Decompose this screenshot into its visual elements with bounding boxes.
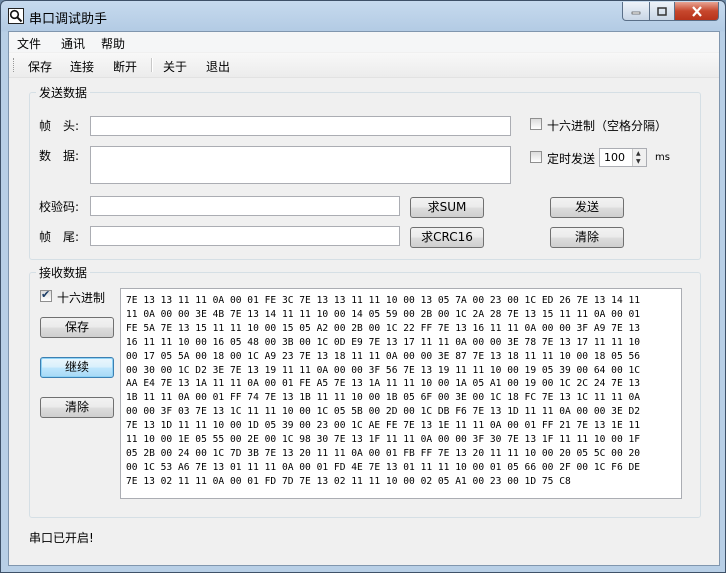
maximize-icon <box>657 6 667 16</box>
caption-buttons <box>622 2 719 21</box>
menu-bar: 文件 通讯 帮助 <box>9 32 719 52</box>
receive-line: 7E 13 13 11 11 0A 00 01 FE 3C 7E 13 13 1… <box>126 295 641 306</box>
interval-unit: ms <box>655 152 670 163</box>
magnifier-app-icon <box>8 8 24 24</box>
spin-up-icon[interactable]: ▲ <box>636 151 641 157</box>
receive-line: 00 1C 53 A6 7E 13 01 11 11 0A 00 01 FD 4… <box>126 461 641 473</box>
receive-hex-checkbox[interactable] <box>40 288 52 302</box>
receive-line: 7E 13 1D 11 11 10 00 1D 05 39 00 23 00 1… <box>126 420 641 432</box>
checksum-input[interactable] <box>90 196 400 216</box>
frame-footer-input[interactable] <box>90 226 400 246</box>
frame-header-input[interactable] <box>90 116 511 136</box>
receive-hex-label: 十六进制 <box>57 291 106 305</box>
maximize-button[interactable] <box>650 2 675 21</box>
receive-line: 1B 11 11 0A 00 01 FF 74 7E 13 1B 11 11 1… <box>126 392 641 404</box>
send-hex-checkbox[interactable] <box>530 118 542 130</box>
minimize-button[interactable] <box>622 2 650 21</box>
toolbar-exit[interactable]: 退出 <box>206 58 230 75</box>
toolbar-grip[interactable] <box>13 58 16 72</box>
send-group-title: 发送数据 <box>36 84 91 101</box>
toolbar: 保存 连接 断开 关于 退出 <box>9 53 719 78</box>
receive-save-button[interactable]: 保存 <box>40 317 114 338</box>
interval-spinner[interactable]: 100 ▲ ▼ <box>599 148 647 167</box>
receive-line: 11 10 00 1E 05 55 00 2E 00 1C 98 30 7E 1… <box>126 434 641 446</box>
receive-data-text: 7E 13 13 11 11 0A 00 01 FE 3C 7E 13 13 1… <box>126 294 674 489</box>
crc16-button[interactable]: 求CRC16 <box>410 227 484 248</box>
menu-help[interactable]: 帮助 <box>101 35 125 52</box>
send-clear-button[interactable]: 清除 <box>550 227 624 248</box>
spinner-buttons[interactable]: ▲ ▼ <box>632 149 646 166</box>
title-bar[interactable]: 串口调试助手 <box>1 1 725 31</box>
app-window: 串口调试助手 文件 通讯 帮助 保存 连接 断开 关于 退出 发送数据 帧 头:… <box>0 0 726 573</box>
data-label: 数 据: <box>39 149 80 163</box>
toolbar-disconnect[interactable]: 断开 <box>113 58 137 75</box>
receive-line: 7E 13 02 11 11 0A 00 01 FD 7D 7E 13 02 1… <box>126 475 571 487</box>
send-button[interactable]: 发送 <box>550 197 624 218</box>
toolbar-about[interactable]: 关于 <box>163 58 187 75</box>
toolbar-separator <box>151 58 153 72</box>
status-text: 串口已开启! <box>29 531 94 545</box>
receive-clear-button[interactable]: 清除 <box>40 397 114 418</box>
receive-line: 00 30 00 1C D2 3E 7E 13 19 11 11 0A 00 0… <box>126 364 641 376</box>
frame-header-label: 帧 头: <box>39 119 80 133</box>
receive-line: 00 17 05 5A 00 18 00 1C A9 23 7E 13 18 1… <box>126 350 641 362</box>
close-button[interactable] <box>675 2 719 21</box>
menu-comm[interactable]: 通讯 <box>61 35 85 52</box>
receive-line: 00 00 3F 03 7E 13 1C 11 11 10 00 1C 05 5… <box>126 406 641 418</box>
minimize-icon <box>631 11 641 15</box>
receive-line: 05 2B 00 24 00 1C 7D 3B 7E 13 20 11 11 0… <box>126 447 641 459</box>
frame-footer-label: 帧 尾: <box>39 230 80 244</box>
sum-button[interactable]: 求SUM <box>410 197 484 218</box>
interval-value: 100 <box>604 151 625 164</box>
receive-text-area[interactable]: 7E 13 13 11 11 0A 00 01 FE 3C 7E 13 13 1… <box>120 288 682 499</box>
client-area: 文件 通讯 帮助 保存 连接 断开 关于 退出 发送数据 帧 头: 数 据: 校… <box>8 31 720 566</box>
receive-group-title: 接收数据 <box>36 264 91 281</box>
window-title: 串口调试助手 <box>29 12 108 27</box>
timer-send-label: 定时发送 <box>547 152 596 166</box>
checksum-label: 校验码: <box>39 200 80 214</box>
spin-down-icon[interactable]: ▼ <box>636 159 641 165</box>
menu-file[interactable]: 文件 <box>17 35 41 52</box>
continue-button[interactable]: 继续 <box>40 357 114 378</box>
receive-line: 16 11 11 10 00 16 05 48 00 3B 00 1C 0D E… <box>126 336 641 348</box>
close-icon <box>691 5 702 17</box>
receive-line: AA E4 7E 13 1A 11 11 0A 00 01 FE A5 7E 1… <box>126 378 641 390</box>
toolbar-connect[interactable]: 连接 <box>70 58 94 75</box>
receive-line: FE 5A 7E 13 15 11 11 10 00 15 05 A2 00 2… <box>126 322 641 334</box>
timer-send-checkbox[interactable] <box>530 151 542 163</box>
data-input[interactable] <box>90 146 511 184</box>
send-hex-label: 十六进制（空格分隔） <box>547 119 668 133</box>
receive-line: 11 0A 00 00 3E 4B 7E 13 14 11 11 10 00 1… <box>126 308 641 320</box>
toolbar-save[interactable]: 保存 <box>28 58 52 75</box>
